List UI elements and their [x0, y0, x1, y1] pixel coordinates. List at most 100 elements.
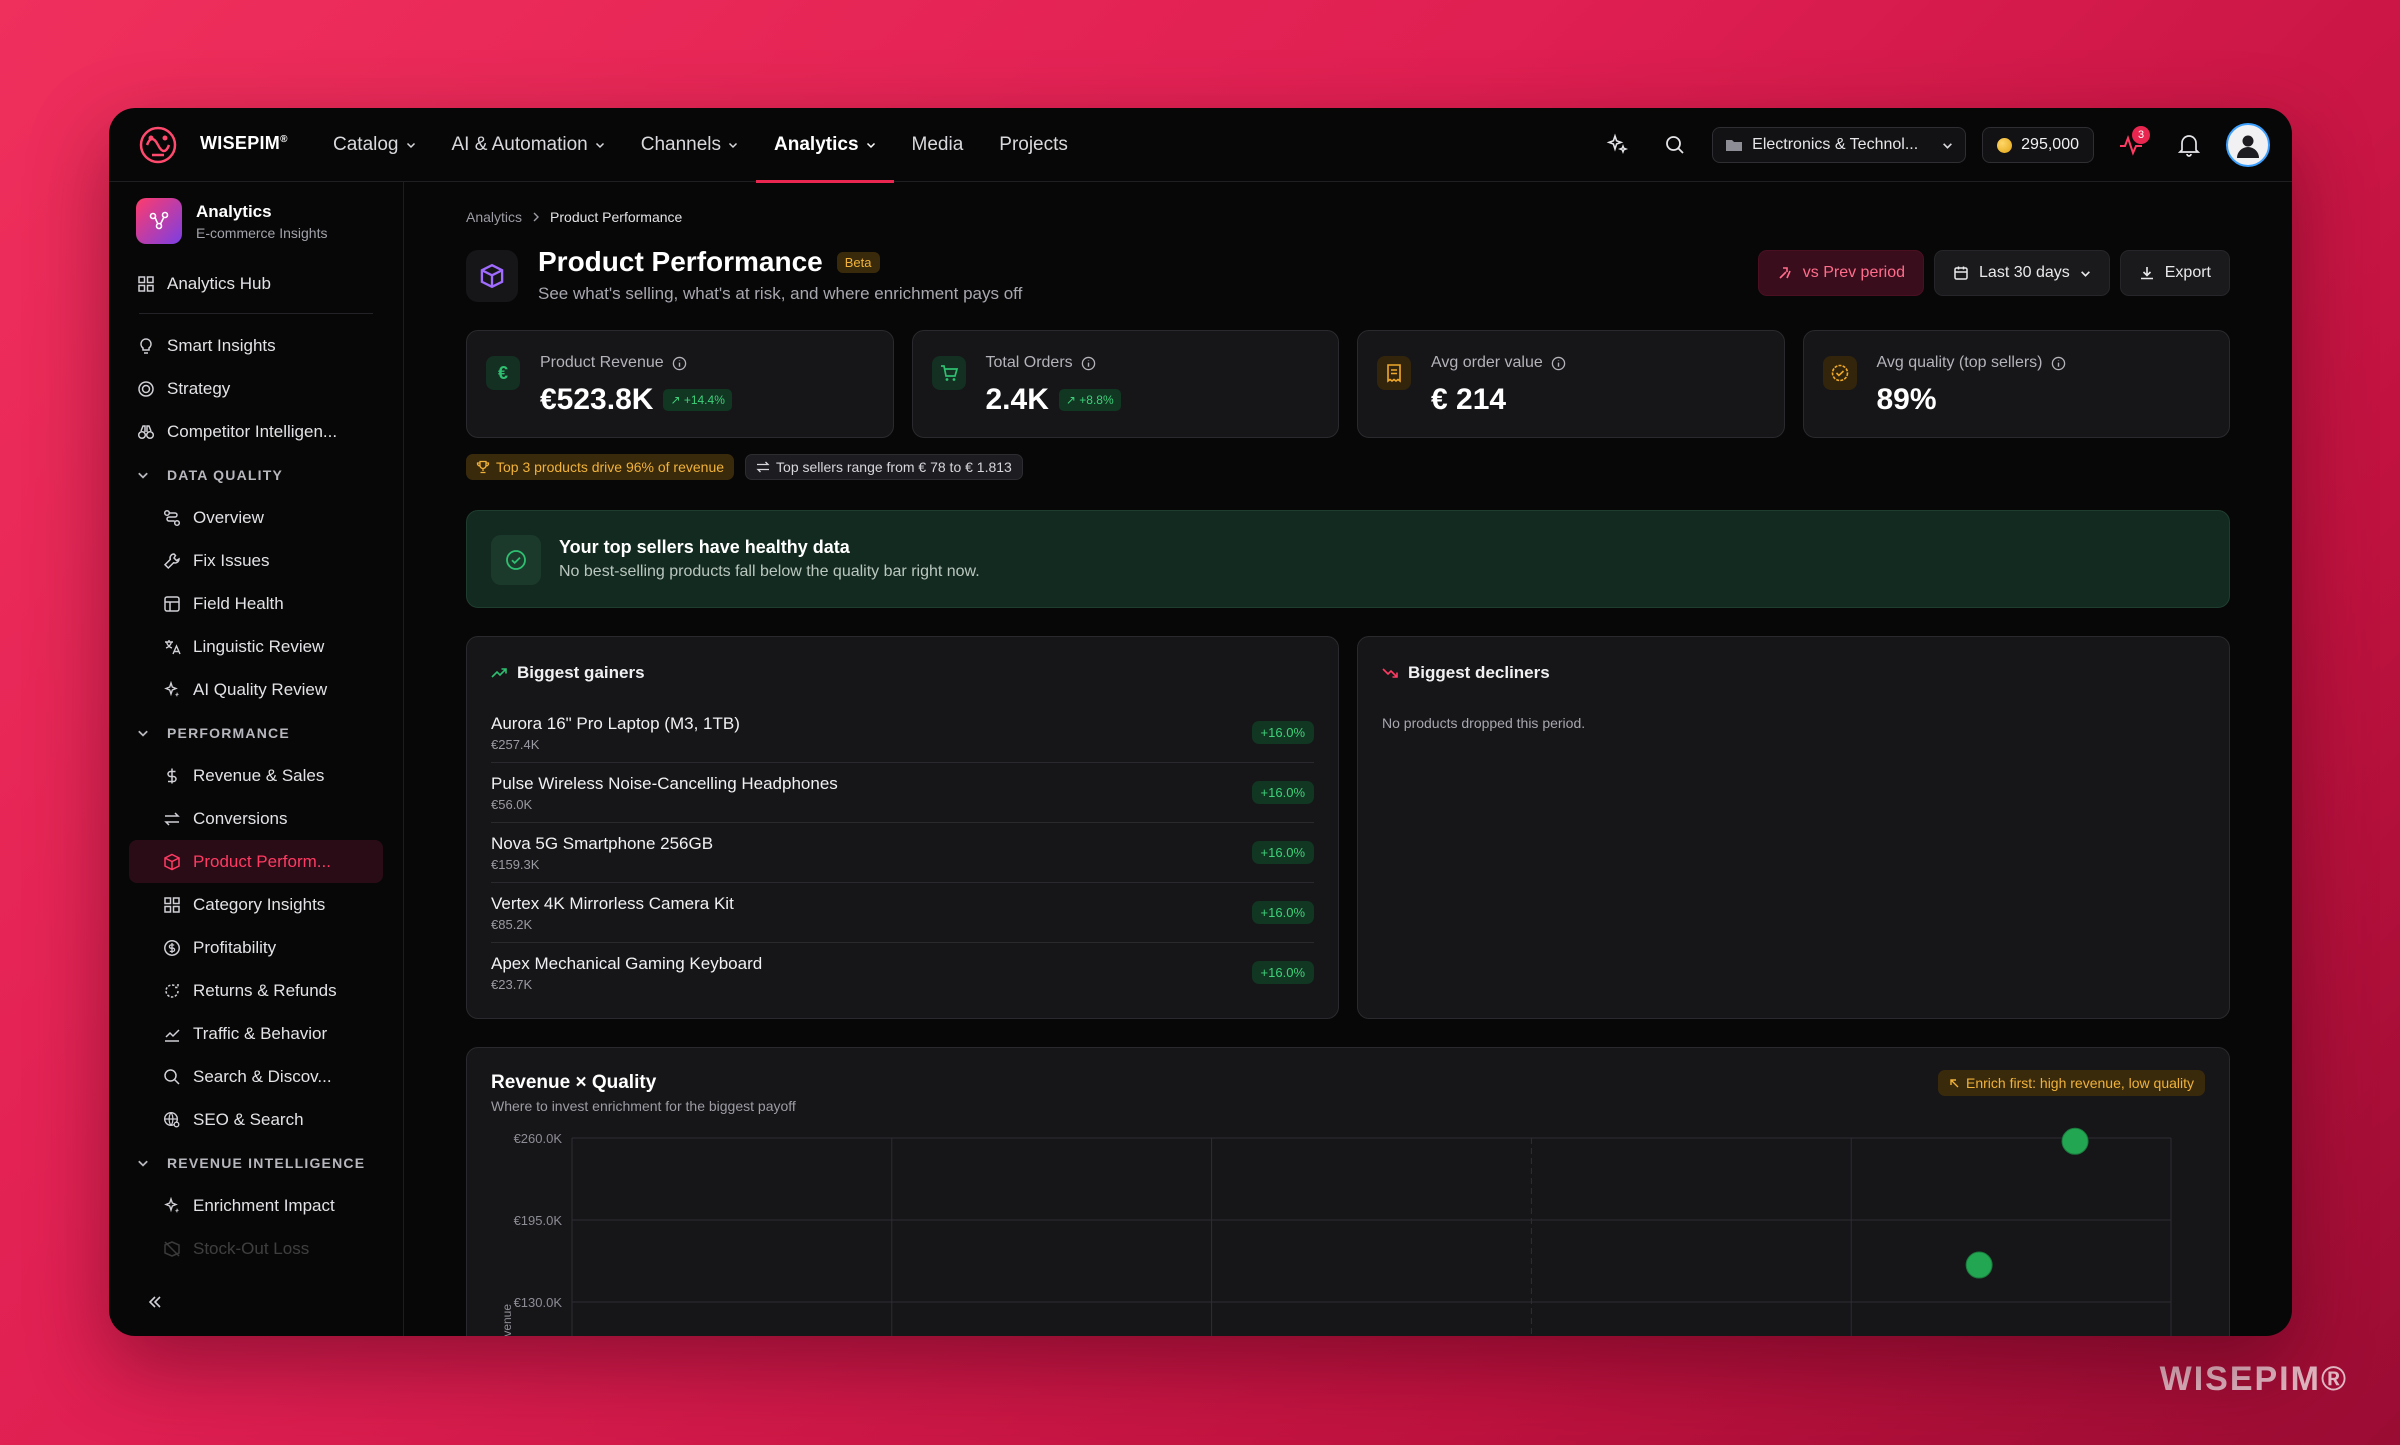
kpi-delta: ↗ +14.4% [663, 389, 732, 411]
kpi-value: 2.4K [985, 383, 1049, 416]
kpi-label: Avg quality (top sellers) [1876, 354, 2043, 371]
app-window: WISEPIM® Catalog AI & Automation Channel… [109, 108, 2292, 1336]
sidebar-group-data-quality[interactable]: DATA QUALITY [129, 453, 383, 496]
collapse-sidebar-icon[interactable] [145, 1292, 165, 1312]
brand-name[interactable]: WISEPIM® [200, 133, 288, 154]
sidebar-item-profitability[interactable]: Profitability [129, 926, 383, 969]
analytics-app-icon [136, 198, 182, 244]
nav-analytics[interactable]: Analytics [756, 108, 895, 183]
sidebar-item-analytics-hub[interactable]: Analytics Hub [129, 262, 383, 305]
y-tick-label: €130.0K [514, 1295, 563, 1310]
chevron-down-icon [138, 472, 148, 479]
price-range-chip: Top sellers range from € 78 to € 1.813 [745, 454, 1023, 480]
sidebar-nav: Analytics Hub Smart Insights Strategy Co… [129, 262, 383, 1270]
nav-channels[interactable]: Channels [623, 108, 756, 182]
date-range-button[interactable]: Last 30 days [1934, 250, 2110, 296]
sidebar-item-conversions[interactable]: Conversions [129, 797, 383, 840]
sidebar-item-revenue-sales[interactable]: Revenue & Sales [129, 754, 383, 797]
insight-chips: Top 3 products drive 96% of revenue Top … [466, 454, 1023, 480]
coin-icon [1997, 137, 2013, 153]
sidebar-item-field-health[interactable]: Field Health [129, 582, 383, 625]
list-item[interactable]: Aurora 16" Pro Laptop (M3, 1TB) €257.4K … [491, 703, 1314, 763]
kpi-label: Avg order value [1431, 354, 1543, 371]
list-item[interactable]: Nova 5G Smartphone 256GB €159.3K +16.0% [491, 823, 1314, 883]
biggest-decliners-panel: Biggest decliners No products dropped th… [1357, 636, 2230, 1019]
growth-badge: +16.0% [1251, 961, 1314, 984]
sidebar-item-linguistic-review[interactable]: Linguistic Review [129, 625, 383, 668]
kpi-value: € 214 [1431, 383, 1507, 416]
info-icon[interactable] [672, 356, 687, 371]
search-icon [164, 1068, 180, 1085]
sidebar-item-search-discovery[interactable]: Search & Discov... [129, 1055, 383, 1098]
list-item[interactable]: Pulse Wireless Noise-Cancelling Headphon… [491, 763, 1314, 823]
credits-value: 295,000 [2021, 136, 2079, 153]
kpi-card-avg-order-value: Avg order value € 214 [1357, 330, 1785, 438]
workspace-label: Electronics & Technol... [1752, 136, 1919, 153]
activity-button[interactable]: 3 [2110, 124, 2152, 166]
compare-period-button[interactable]: vs Prev period [1757, 250, 1925, 296]
sidebar-item-traffic-behavior[interactable]: Traffic & Behavior [129, 1012, 383, 1055]
nav-catalog[interactable]: Catalog [315, 108, 434, 182]
binoculars-icon [137, 424, 155, 439]
page-icon [466, 250, 518, 302]
sidebar-item-ai-quality-review[interactable]: AI Quality Review [129, 668, 383, 711]
search-button[interactable] [1654, 124, 1696, 166]
sidebar-item-fix-issues[interactable]: Fix Issues [129, 539, 383, 582]
breadcrumb-parent[interactable]: Analytics [466, 209, 522, 225]
sidebar-item-category-insights[interactable]: Category Insights [129, 883, 383, 926]
kpi-card-avg-quality: Avg quality (top sellers) 89% [1802, 330, 2230, 438]
brand-logo-icon[interactable] [137, 125, 179, 165]
list-item[interactable]: Apex Mechanical Gaming Keyboard €23.7K +… [491, 943, 1314, 1003]
cart-icon [931, 356, 966, 390]
sparkle-icon [164, 1196, 180, 1213]
user-avatar[interactable] [2226, 123, 2270, 167]
chevron-down-icon [138, 1160, 148, 1167]
nav-projects[interactable]: Projects [981, 108, 1086, 182]
notifications-button[interactable] [2168, 124, 2210, 166]
panel-title: Biggest decliners [1382, 663, 1550, 683]
sidebar-item-smart-insights[interactable]: Smart Insights [129, 324, 383, 367]
grid-icon [138, 275, 154, 292]
credits-balance[interactable]: 295,000 [1982, 127, 2094, 163]
export-button[interactable]: Export [2119, 250, 2230, 296]
workspace-selector[interactable]: Electronics & Technol... [1712, 127, 1967, 163]
sidebar-group-revenue-intelligence[interactable]: REVENUE INTELLIGENCE [129, 1141, 383, 1184]
chevron-down-icon [138, 730, 148, 737]
sidebar-item-overview[interactable]: Overview [129, 496, 383, 539]
sidebar-item-strategy[interactable]: Strategy [129, 367, 383, 410]
sidebar-group-performance[interactable]: PERFORMANCE [129, 711, 383, 754]
kpi-delta: ↗ +8.8% [1058, 389, 1121, 411]
ai-sparkle-button[interactable] [1596, 124, 1638, 166]
growth-badge: +16.0% [1251, 841, 1314, 864]
sidebar-divider [139, 313, 373, 314]
trophy-icon [476, 460, 490, 474]
folder-icon [1726, 140, 1743, 151]
sidebar-item-product-performance[interactable]: Product Perform... [129, 840, 383, 883]
sidebar-item-stock-out-loss[interactable]: Stock-Out Loss [129, 1227, 383, 1270]
wrench-icon [163, 552, 180, 569]
compare-arrows-icon [1779, 267, 1791, 279]
info-icon[interactable] [1551, 356, 1566, 371]
nav-ai-automation[interactable]: AI & Automation [434, 108, 623, 182]
y-tick-label: €195.0K [514, 1213, 563, 1228]
sidebar-item-competitor-intelligence[interactable]: Competitor Intelligen... [129, 410, 383, 453]
biggest-gainers-panel: Biggest gainers Aurora 16" Pro Laptop (M… [466, 636, 1339, 1019]
info-icon[interactable] [1081, 356, 1096, 371]
cube-icon [480, 263, 504, 289]
search-icon [1666, 136, 1684, 154]
sidebar-item-returns-refunds[interactable]: Returns & Refunds [129, 969, 383, 1012]
kpi-label: Product Revenue [540, 354, 664, 371]
list-item[interactable]: Vertex 4K Mirrorless Camera Kit €85.2K +… [491, 883, 1314, 943]
nav-media[interactable]: Media [894, 108, 982, 182]
chevron-right-icon [533, 212, 540, 222]
arrows-swap-icon [756, 461, 770, 473]
sidebar-item-enrichment-impact[interactable]: Enrichment Impact [129, 1184, 383, 1227]
product-revenue: €23.7K [491, 977, 533, 992]
sidebar-item-seo-search[interactable]: SEO & Search [129, 1098, 383, 1141]
main-nav: Catalog AI & Automation Channels Analyti… [315, 108, 1086, 183]
info-icon[interactable] [2051, 356, 2066, 371]
scatter-plot: €260.0K €195.0K €130.0KRevenue [500, 1127, 2172, 1336]
trending-down-icon [1382, 668, 1398, 678]
product-name: Nova 5G Smartphone 256GB [491, 834, 714, 853]
check-circle-icon [491, 535, 541, 585]
